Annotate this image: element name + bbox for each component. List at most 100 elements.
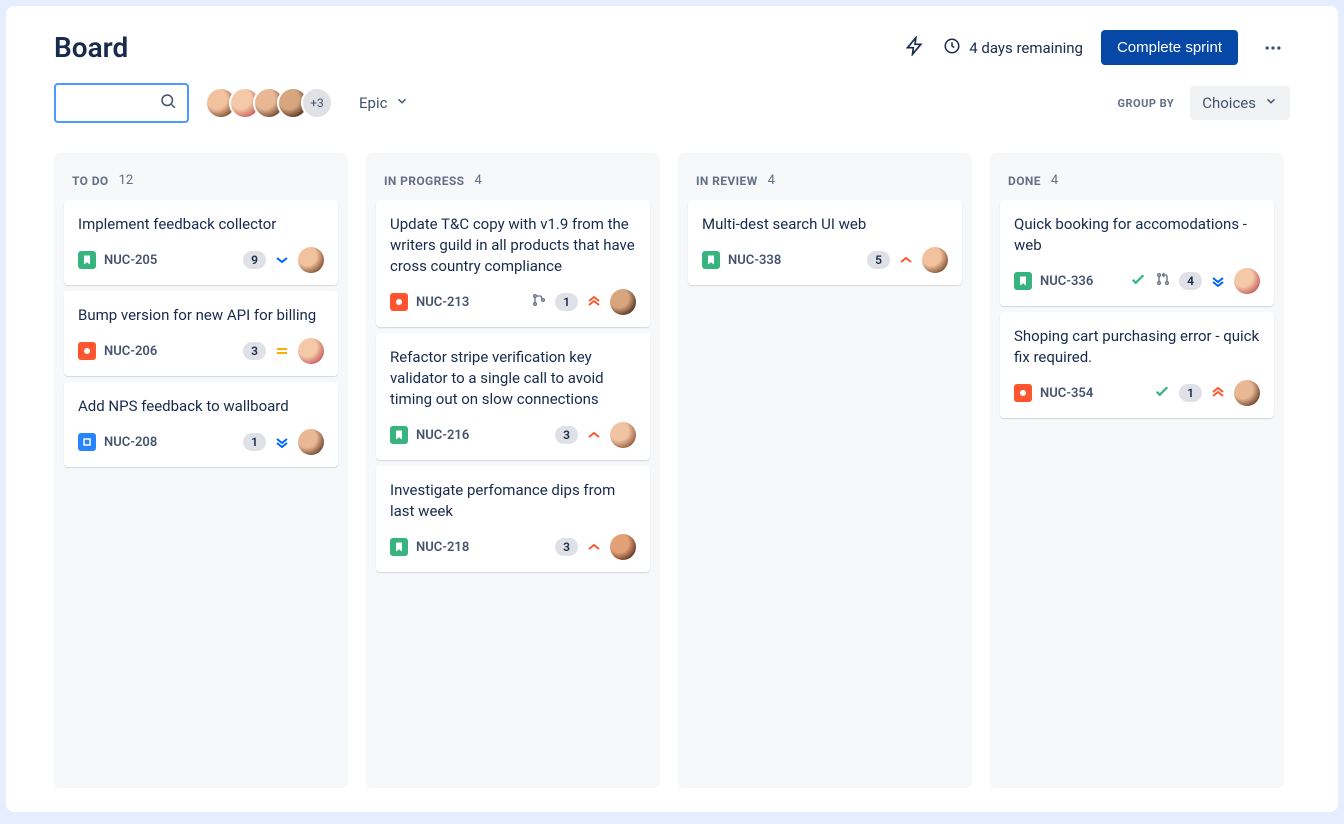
card-footer: NUC-2183 (390, 534, 636, 560)
issue-card[interactable]: Multi-dest search UI web NUC-3385 (688, 200, 962, 285)
column-title: IN PROGRESS (384, 174, 464, 188)
chevron-down-icon (1264, 94, 1278, 112)
clock-icon (943, 37, 961, 59)
board-column: TO DO 12Implement feedback collector NUC… (54, 153, 348, 788)
card-title: Multi-dest search UI web (702, 214, 948, 235)
issue-card[interactable]: Implement feedback collector NUC-2059 (64, 200, 338, 285)
story-points-badge: 5 (867, 251, 890, 269)
avatar-more[interactable]: +3 (301, 87, 333, 119)
header-top-row: Board 4 days remaining Complete sprint (54, 30, 1290, 65)
card-title: Quick booking for accomodations - web (1014, 214, 1260, 256)
issue-card[interactable]: Add NPS feedback to wallboard NUC-208 1 (64, 382, 338, 467)
board-title: Board (54, 31, 128, 64)
done-check-icon (1129, 270, 1147, 292)
column-count: 12 (119, 173, 134, 188)
search-icon (159, 92, 177, 114)
assignee-avatar[interactable] (610, 422, 636, 448)
story-points-badge: 1 (1179, 384, 1202, 402)
issue-card[interactable]: Investigate perfomance dips from last we… (376, 466, 650, 572)
story-issue-type-icon (390, 538, 408, 556)
issue-card[interactable]: Bump version for new API for billing NUC… (64, 291, 338, 376)
bug-issue-type-icon (390, 293, 408, 311)
assignee-avatar[interactable] (298, 338, 324, 364)
card-footer: NUC-208 1 (78, 429, 324, 455)
story-issue-type-icon (702, 251, 720, 269)
priority-low-icon (274, 252, 290, 268)
story-points-badge: 9 (243, 251, 266, 269)
priority-high-icon (586, 427, 602, 443)
assignee-avatar[interactable] (610, 289, 636, 315)
column-title: DONE (1008, 174, 1041, 188)
column-count: 4 (1051, 173, 1058, 188)
card-footer: NUC-216 3 (390, 422, 636, 448)
group-by-value: Choices (1202, 94, 1256, 112)
epic-filter-dropdown[interactable]: Epic (349, 88, 419, 118)
search-input[interactable] (54, 83, 189, 123)
card-title: Bump version for new API for billing (78, 305, 324, 326)
column-title: IN REVIEW (696, 174, 758, 188)
board-columns: TO DO 12Implement feedback collector NUC… (54, 153, 1290, 788)
issue-key: NUC-213 (416, 295, 469, 310)
card-title: Add NPS feedback to wallboard (78, 396, 324, 417)
column-header: IN REVIEW 4 (684, 161, 966, 200)
days-remaining-text: 4 days remaining (969, 39, 1083, 57)
issue-key: NUC-354 (1040, 386, 1093, 401)
assignee-avatar[interactable] (298, 429, 324, 455)
done-check-icon (1153, 382, 1171, 404)
column-header: DONE 4 (996, 161, 1278, 200)
column-title: TO DO (72, 174, 109, 188)
column-header: IN PROGRESS 4 (372, 161, 654, 200)
priority-highest-icon (1210, 385, 1226, 401)
story-points-badge: 3 (243, 342, 266, 360)
story-points-badge: 1 (243, 433, 266, 451)
card-title: Shoping cart purchasing error - quick fi… (1014, 326, 1260, 368)
task-issue-type-icon (78, 433, 96, 451)
complete-sprint-button[interactable]: Complete sprint (1101, 30, 1238, 65)
bug-issue-type-icon (78, 342, 96, 360)
story-points-badge: 1 (555, 293, 578, 311)
card-footer: NUC-206 3 (78, 338, 324, 364)
assignee-avatar[interactable] (298, 247, 324, 273)
branch-icon (531, 292, 547, 312)
card-footer: NUC-354 1 (1014, 380, 1260, 406)
story-issue-type-icon (78, 251, 96, 269)
issue-card[interactable]: Shoping cart purchasing error - quick fi… (1000, 312, 1274, 418)
issue-card[interactable]: Quick booking for accomodations - web NU… (1000, 200, 1274, 306)
bug-issue-type-icon (1014, 384, 1032, 402)
header-filter-row: +3 Epic GROUP BY Choices (54, 83, 1290, 123)
priority-medium-icon (274, 343, 290, 359)
card-title: Update T&C copy with v1.9 from the write… (390, 214, 636, 277)
priority-highest-icon (586, 294, 602, 310)
priority-high-icon (898, 252, 914, 268)
card-footer: NUC-2059 (78, 247, 324, 273)
priority-lowest-icon (1210, 273, 1226, 289)
issue-key: NUC-216 (416, 428, 469, 443)
assignee-avatar[interactable] (610, 534, 636, 560)
group-by-dropdown[interactable]: Choices (1190, 86, 1290, 120)
issue-key: NUC-218 (416, 540, 469, 555)
issue-card[interactable]: Update T&C copy with v1.9 from the write… (376, 200, 650, 327)
column-count: 4 (474, 173, 481, 188)
card-title: Implement feedback collector (78, 214, 324, 235)
more-actions-button[interactable] (1256, 31, 1290, 65)
issue-key: NUC-208 (104, 435, 157, 450)
issue-key: NUC-336 (1040, 274, 1093, 289)
automation-icon[interactable] (905, 36, 925, 60)
group-by-label: GROUP BY (1117, 97, 1174, 110)
assignee-avatar-group[interactable]: +3 (205, 87, 333, 119)
sprint-days-remaining: 4 days remaining (943, 37, 1083, 59)
pr-count-badge: 4 (1179, 272, 1202, 290)
card-footer: NUC-213 1 (390, 289, 636, 315)
priority-lowest-icon (274, 434, 290, 450)
header-right: 4 days remaining Complete sprint (905, 30, 1290, 65)
card-title: Investigate perfomance dips from last we… (390, 480, 636, 522)
issue-card[interactable]: Refactor stripe verification key validat… (376, 333, 650, 460)
column-count: 4 (768, 173, 775, 188)
assignee-avatar[interactable] (922, 247, 948, 273)
chevron-down-icon (395, 94, 409, 112)
issue-key: NUC-206 (104, 344, 157, 359)
column-header: TO DO 12 (60, 161, 342, 200)
assignee-avatar[interactable] (1234, 380, 1260, 406)
story-points-badge: 3 (555, 426, 578, 444)
assignee-avatar[interactable] (1234, 268, 1260, 294)
